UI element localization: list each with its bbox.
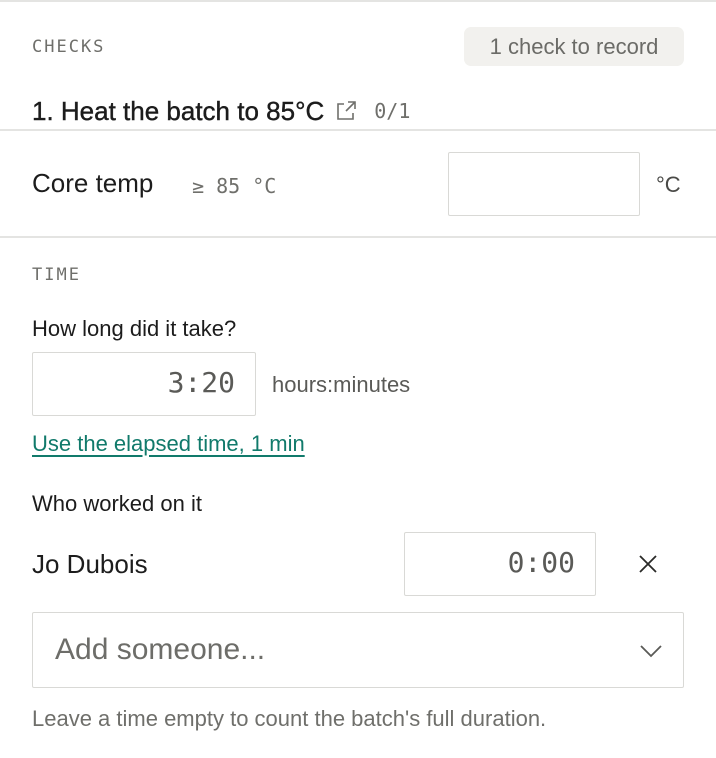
checks-section-label: CHECKS bbox=[32, 37, 106, 57]
field-requirement: ≥ 85 °C bbox=[192, 174, 277, 198]
add-someone-select[interactable]: Add someone... bbox=[32, 612, 684, 688]
step-divider bbox=[0, 129, 716, 131]
chevron-down-icon bbox=[639, 641, 663, 661]
use-elapsed-time-link[interactable]: Use the elapsed time, 1 min bbox=[32, 431, 305, 457]
worker-name: Jo Dubois bbox=[32, 549, 148, 579]
workers-label: Who worked on it bbox=[32, 491, 202, 516]
core-temp-input[interactable] bbox=[448, 152, 640, 216]
duration-question: How long did it take? bbox=[32, 316, 237, 341]
external-link-icon[interactable] bbox=[334, 99, 358, 123]
step-header: 1. Heat the batch to 85°C 0/1 bbox=[32, 94, 411, 128]
close-icon[interactable] bbox=[636, 552, 660, 576]
field-unit: °C bbox=[656, 172, 681, 197]
top-divider bbox=[0, 0, 716, 2]
checks-count-badge: 1 check to record bbox=[464, 27, 684, 66]
time-section-label: TIME bbox=[32, 265, 81, 285]
add-someone-placeholder: Add someone... bbox=[55, 633, 266, 666]
step-progress-count: 0/1 bbox=[374, 99, 411, 123]
section-divider bbox=[0, 236, 716, 238]
step-title: 1. Heat the batch to 85°C bbox=[32, 95, 325, 126]
duration-input[interactable]: 3:20 bbox=[32, 352, 256, 416]
field-label-core-temp: Core temp bbox=[32, 168, 154, 198]
duration-unit: hours:minutes bbox=[272, 372, 411, 397]
time-footnote: Leave a time empty to count the batch's … bbox=[32, 706, 547, 731]
worker-time-input[interactable]: 0:00 bbox=[404, 532, 596, 596]
